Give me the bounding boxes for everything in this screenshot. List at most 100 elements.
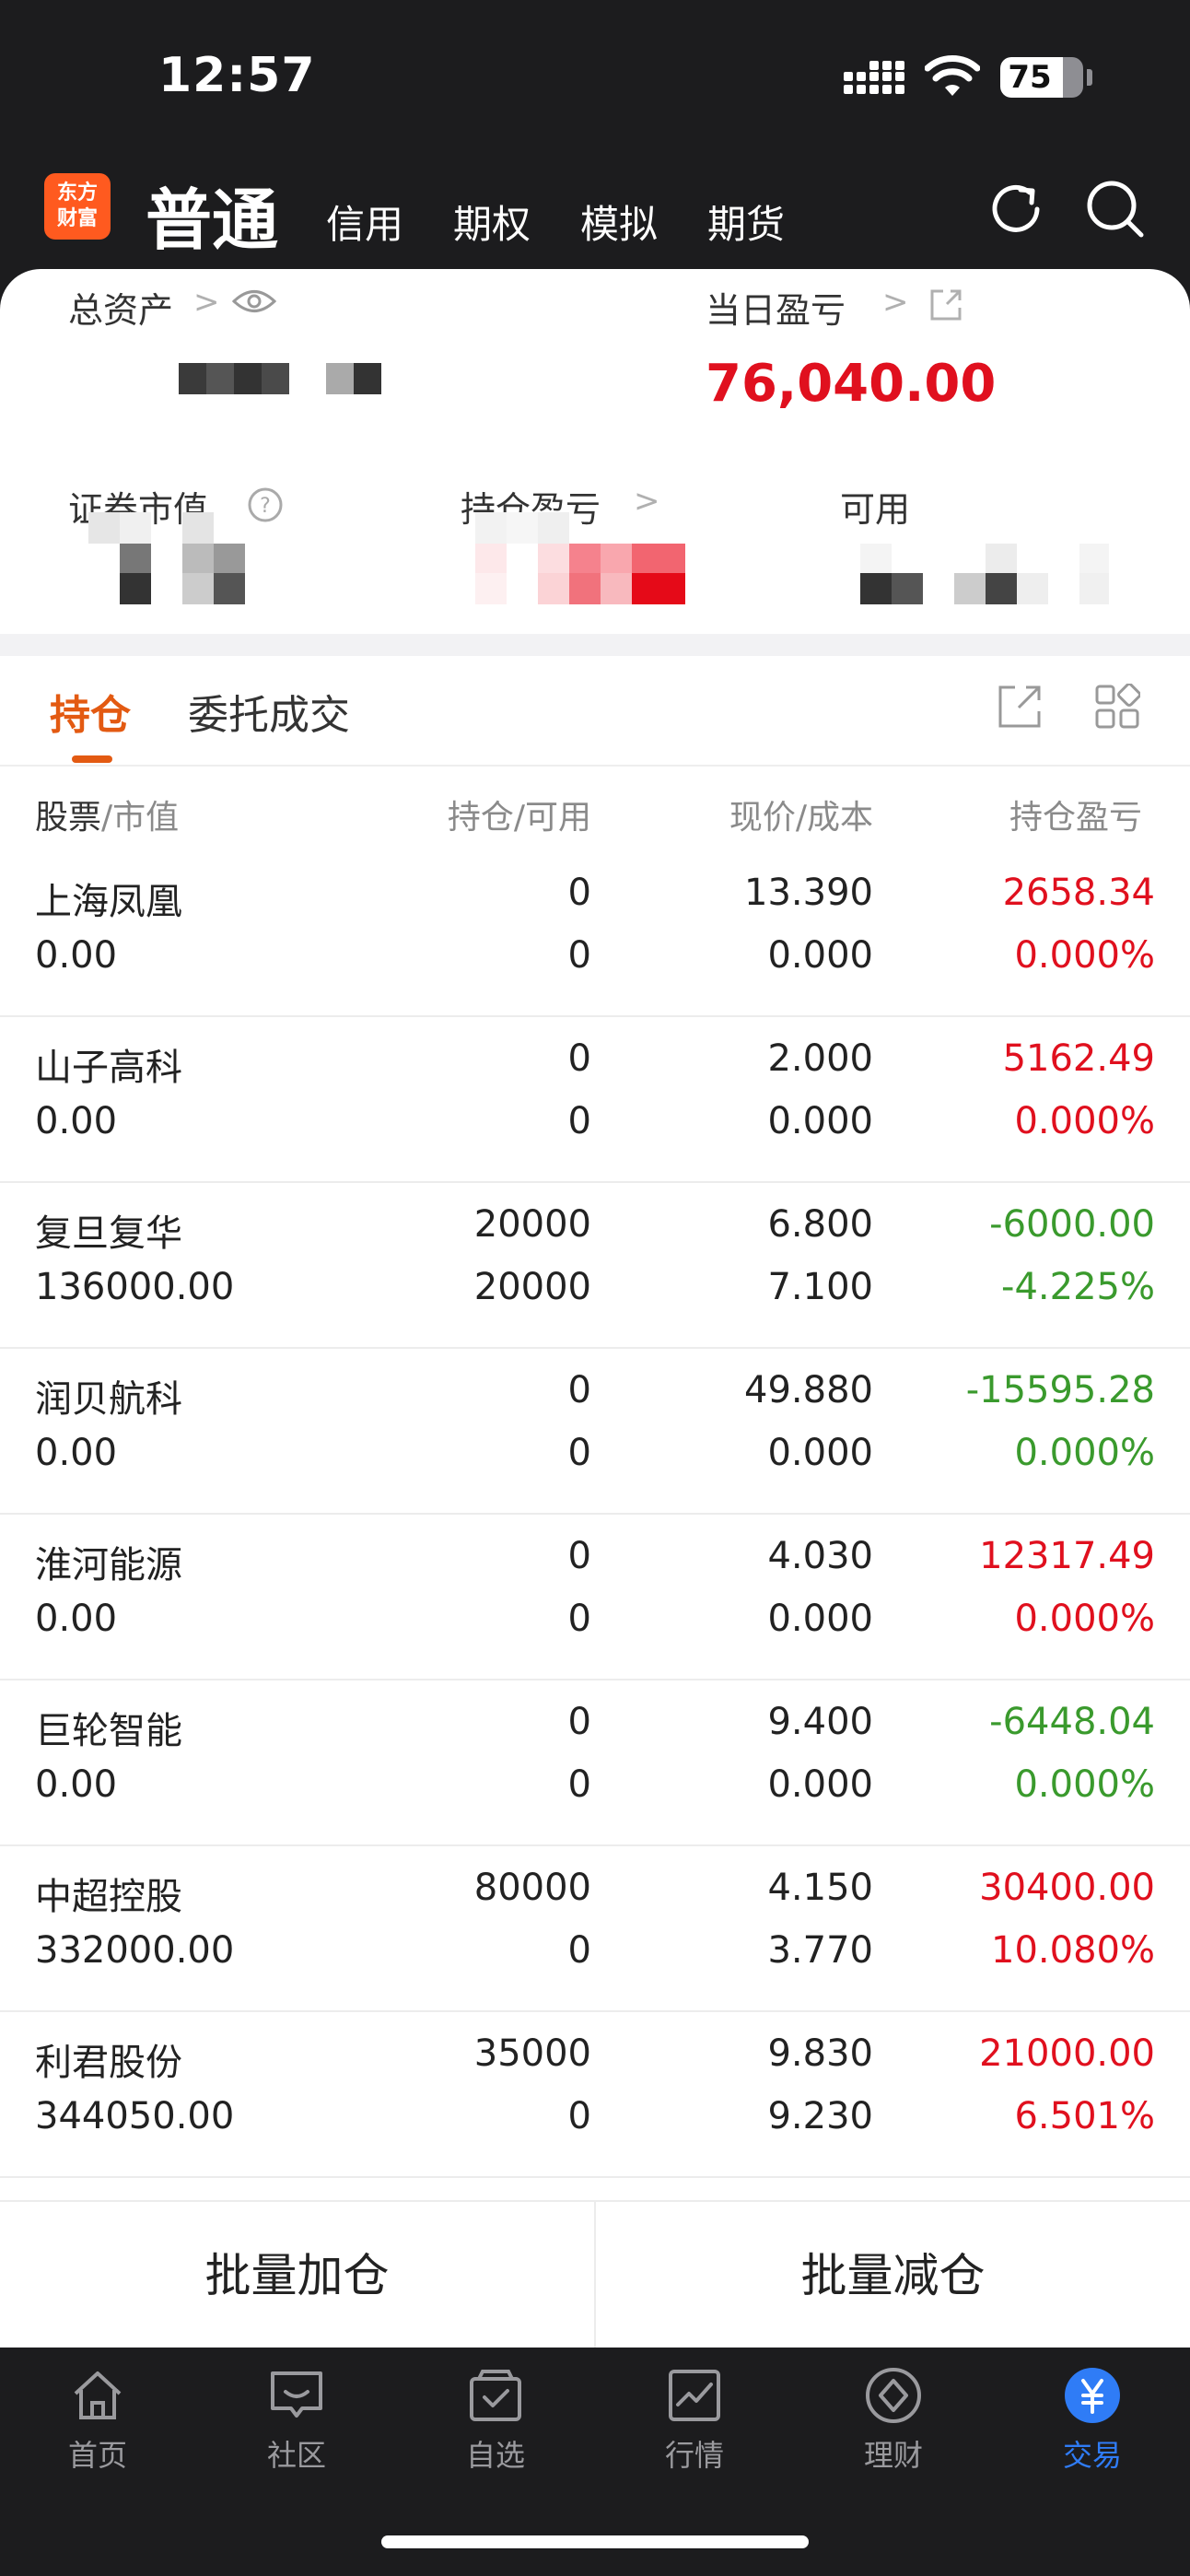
status-time: 12:57	[158, 48, 316, 103]
position-qty: 0	[567, 1535, 591, 1577]
available-qty: 0	[567, 2095, 591, 2137]
cellular-signal-icon	[844, 61, 904, 94]
nav-home-label: 首页	[67, 2438, 127, 2473]
nav-community-label: 社区	[266, 2438, 326, 2473]
app-logo: 东方 财富	[44, 173, 111, 240]
batch-add-button[interactable]: 批量加仓	[0, 2202, 594, 2349]
table-row[interactable]: 山子高科 0.00 0 0 2.000 0.000 5162.49 0.000%	[0, 1017, 1190, 1183]
cost-price: 0.000	[767, 1432, 873, 1474]
available-qty: 0	[567, 934, 591, 977]
nav-home[interactable]: 首页	[24, 2366, 171, 2486]
nav-wealth-label: 理财	[863, 2438, 923, 2473]
nav-market[interactable]: 行情	[621, 2366, 768, 2486]
tab-simulation[interactable]: 模拟	[580, 193, 658, 250]
cost-price: 0.000	[767, 1763, 873, 1806]
cost-price: 0.000	[767, 1598, 873, 1640]
nav-wealth[interactable]: 理财	[820, 2366, 967, 2486]
daily-pnl-label[interactable]: 当日盈亏	[706, 282, 846, 333]
tab-credit[interactable]: 信用	[326, 193, 403, 250]
stock-name: 巨轮智能	[35, 1710, 182, 1752]
col-price-cost: 现价/成本	[729, 799, 873, 837]
tab-futures[interactable]: 期货	[707, 193, 785, 250]
pnl-percent: 0.000%	[1014, 934, 1155, 977]
refresh-icon[interactable]	[984, 177, 1048, 241]
eye-icon[interactable]	[232, 287, 276, 315]
search-icon[interactable]	[1083, 177, 1148, 241]
nav-watchlist-label: 自选	[465, 2438, 525, 2473]
position-qty: 20000	[473, 1203, 591, 1246]
tab-normal[interactable]: 普通	[146, 166, 278, 263]
col-stock-market-value: 股票/市值	[35, 799, 180, 837]
chart-icon	[669, 2370, 720, 2421]
current-price: 2.000	[767, 1037, 873, 1080]
table-row[interactable]: 复旦复华 136000.00 20000 20000 6.800 7.100 -6000.0…	[0, 1183, 1190, 1349]
redacted-available	[860, 544, 1109, 604]
battery-tip	[1087, 69, 1092, 86]
daily-pnl-value: 76,040.00	[706, 354, 997, 414]
current-price: 9.830	[767, 2032, 873, 2075]
nav-trade[interactable]: 交易	[1019, 2366, 1166, 2486]
status-bar: 12:57 75	[0, 0, 1190, 157]
table-row[interactable]: 淮河能源 0.00 0 0 4.030 0.000 12317.49 0.000%	[0, 1515, 1190, 1680]
market-value: 0.00	[35, 1598, 118, 1640]
market-value: 0.00	[35, 1100, 118, 1142]
col-stock: 股票	[35, 799, 102, 837]
available-qty: 0	[567, 1763, 591, 1806]
available-qty: 0	[567, 1432, 591, 1474]
table-row[interactable]: 巨轮智能 0.00 0 0 9.400 0.000 -6448.04 0.000%	[0, 1680, 1190, 1846]
table-row[interactable]: 润贝航科 0.00 0 0 49.880 0.000 -15595.28 0.000%	[0, 1349, 1190, 1515]
position-pnl: 12317.49	[979, 1535, 1155, 1577]
tab-orders[interactable]: 委托成交	[188, 682, 350, 741]
col-cost: 成本	[806, 799, 873, 837]
pnl-percent: 0.000%	[1014, 1598, 1155, 1640]
tab-holdings[interactable]: 持仓	[50, 682, 131, 741]
market-value: 332000.00	[35, 1929, 235, 1972]
position-qty: 0	[567, 872, 591, 914]
position-pnl: 30400.00	[979, 1867, 1155, 1909]
yuan-icon	[1065, 2368, 1120, 2423]
total-assets-label[interactable]: 总资产	[68, 282, 173, 333]
stock-name: 润贝航科	[35, 1378, 182, 1421]
market-value: 0.00	[35, 934, 118, 977]
market-value: 0.00	[35, 1763, 118, 1806]
nav-community[interactable]: 社区	[223, 2366, 370, 2486]
home-icon	[74, 2371, 122, 2419]
pnl-percent: 0.000%	[1014, 1100, 1155, 1142]
available-qty: 0	[567, 1929, 591, 1972]
help-icon[interactable]: ?	[247, 486, 284, 523]
current-price: 9.400	[767, 1701, 873, 1743]
cost-price: 7.100	[767, 1266, 873, 1308]
position-pnl: 2658.34	[1002, 872, 1155, 914]
export-icon[interactable]	[997, 684, 1043, 730]
tab-options[interactable]: 期权	[453, 193, 531, 250]
available-qty: 20000	[473, 1266, 591, 1308]
stock-name: 上海凤凰	[35, 881, 182, 923]
nav-watchlist[interactable]: 自选	[422, 2366, 569, 2486]
available-label: 可用	[840, 489, 911, 530]
market-value: 344050.00	[35, 2095, 235, 2137]
share-icon[interactable]	[928, 287, 963, 322]
col-available: 可用	[524, 799, 591, 837]
stock-name: 利君股份	[35, 2042, 182, 2084]
position-pnl: -6000.00	[989, 1203, 1155, 1246]
stock-name: 淮河能源	[35, 1544, 182, 1587]
tab-indicator	[72, 755, 112, 763]
position-pnl: -6448.04	[989, 1701, 1155, 1743]
watchlist-icon	[470, 2370, 521, 2421]
redacted-market-value	[88, 512, 245, 604]
chat-icon	[271, 2371, 322, 2418]
position-qty: 0	[567, 1701, 591, 1743]
table-row[interactable]: 中超控股 332000.00 80000 0 4.150 3.770 30400.00 10.…	[0, 1846, 1190, 2012]
batch-action-bar: 批量加仓 批量减仓	[0, 2200, 1190, 2349]
batch-reduce-button[interactable]: 批量减仓	[596, 2202, 1190, 2349]
col-position-available: 持仓/可用	[447, 799, 591, 837]
current-price: 4.030	[767, 1535, 873, 1577]
position-pnl: -15595.28	[965, 1369, 1155, 1411]
table-row[interactable]: 上海凤凰 0.00 0 0 13.390 0.000 2658.34 0.000%	[0, 851, 1190, 1017]
logo-line2: 财富	[56, 207, 98, 230]
position-qty: 0	[567, 1037, 591, 1080]
redacted-total-assets	[179, 363, 391, 394]
grid-icon[interactable]	[1094, 684, 1140, 730]
battery-level: 75	[1008, 59, 1052, 96]
table-row[interactable]: 利君股份 344050.00 35000 0 9.830 9.230 21000.00 6.5…	[0, 2012, 1190, 2178]
